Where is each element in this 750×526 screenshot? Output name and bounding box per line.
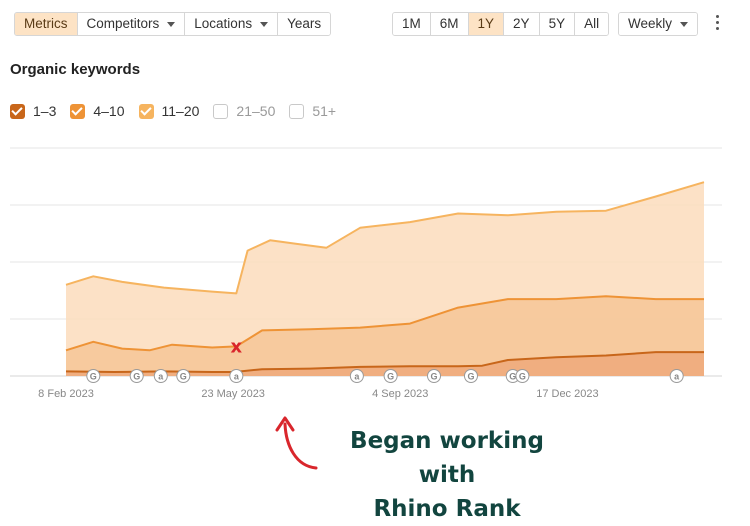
interval-label: Weekly — [628, 16, 673, 31]
legend-label: 4–10 — [93, 103, 125, 119]
x-tick-label: 23 May 2023 — [201, 388, 265, 400]
x-tick-label: 8 Feb 2023 — [38, 388, 94, 400]
x-marker: x — [231, 336, 243, 357]
event-marker-label: G — [180, 372, 187, 382]
legend-label: 1–3 — [33, 103, 57, 119]
annotation-line-1: Began working with — [350, 428, 544, 488]
tab-years[interactable]: Years — [277, 13, 331, 35]
interval-select[interactable]: Weekly — [619, 13, 698, 35]
arrow-icon — [275, 416, 318, 470]
keywords-area-chart: 8 Feb 2023 23 May 2023 4 Sep 2023 17 Dec 20… — [10, 147, 722, 400]
legend-label: 21–50 — [236, 103, 276, 119]
legend-item-21-50[interactable]: 21–50 — [213, 103, 275, 119]
chevron-down-icon — [260, 21, 269, 27]
range-1y-button[interactable]: 1Y — [467, 13, 504, 35]
legend-label: 11–20 — [161, 103, 200, 119]
event-marker-label: G — [133, 372, 140, 382]
checkbox-checked-icon[interactable] — [70, 103, 86, 119]
tab-competitors[interactable]: Competitors — [76, 13, 185, 35]
event-marker-label: G — [431, 372, 438, 382]
event-marker-label: G — [519, 372, 526, 382]
interval-dropdown[interactable]: Weekly — [618, 12, 699, 36]
legend-label: 51+ — [312, 103, 337, 119]
tab-locations-label: Locations — [194, 16, 253, 31]
checkbox-checked-icon[interactable] — [138, 103, 154, 119]
x-tick-label: 17 Dec 2023 — [536, 388, 598, 400]
legend-item-1-3[interactable]: 1–3 — [10, 103, 56, 119]
tab-competitors-label: Competitors — [86, 16, 160, 31]
x-tick-label: 4 Sep 2023 — [372, 388, 428, 400]
range-6m-button[interactable]: 6M — [429, 13, 468, 35]
toolbar: Metrics Competitors Locations Years — [14, 12, 332, 36]
tab-years-label: Years — [287, 16, 322, 31]
chart-title: Organic keywords — [10, 61, 141, 78]
range-selector: 1M 6M 1Y 2Y 5Y All — [392, 12, 610, 36]
kebab-menu-icon[interactable] — [716, 15, 720, 30]
range-2y-button[interactable]: 2Y — [503, 13, 539, 35]
range-1m-button[interactable]: 1M — [393, 13, 430, 35]
checkbox-unchecked-icon[interactable] — [289, 103, 305, 119]
checkbox-checked-icon[interactable] — [10, 103, 25, 119]
tab-locations[interactable]: Locations — [184, 13, 278, 35]
view-tabs: Metrics Competitors Locations Years — [14, 12, 332, 36]
range-5y-button[interactable]: 5Y — [538, 13, 575, 35]
event-marker-label: G — [509, 372, 516, 382]
arrow-shaft — [283, 422, 318, 470]
event-marker-label: G — [387, 372, 394, 382]
chevron-down-icon — [680, 21, 689, 27]
tab-metrics[interactable]: Metrics — [15, 13, 77, 35]
annotation-line-2: Rhino Rank — [373, 496, 521, 522]
checkbox-unchecked-icon[interactable] — [213, 103, 229, 119]
chart-legend: 1–3 4–10 11–20 21–50 51+ — [10, 103, 350, 119]
event-marker-label: G — [467, 372, 474, 382]
legend-item-51-plus[interactable]: 51+ — [289, 103, 336, 119]
annotation-text: Began working with Rhino Rank — [322, 424, 572, 526]
chevron-down-icon — [167, 21, 176, 27]
legend-item-11-20[interactable]: 11–20 — [138, 103, 200, 119]
tab-metrics-label: Metrics — [24, 16, 68, 31]
range-all-button[interactable]: All — [574, 13, 609, 35]
legend-item-4-10[interactable]: 4–10 — [70, 103, 125, 119]
event-marker-label: G — [90, 372, 97, 382]
